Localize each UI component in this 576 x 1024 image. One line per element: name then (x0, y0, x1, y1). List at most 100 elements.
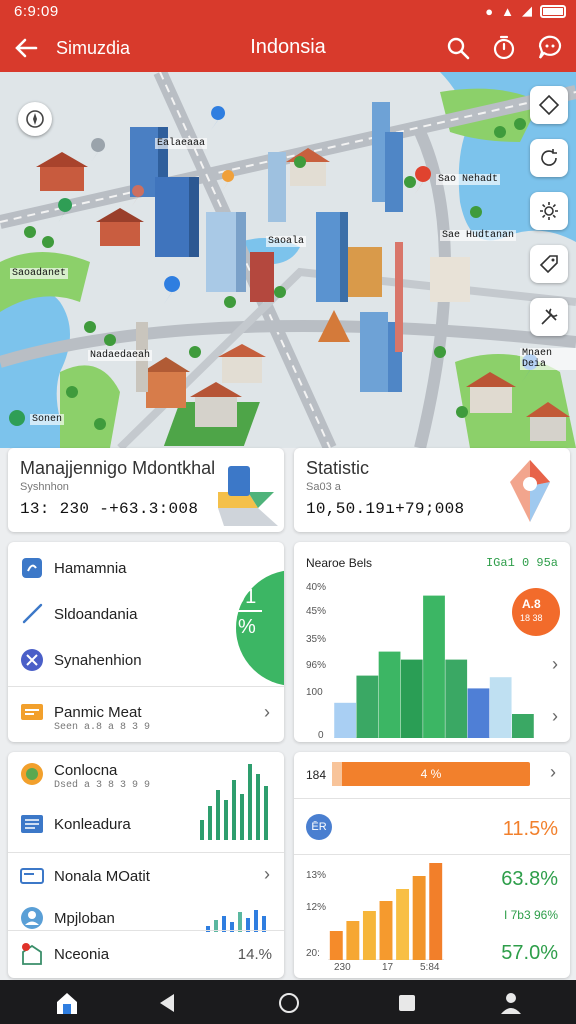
mini-bars-blue (206, 910, 266, 932)
chevron-right-icon[interactable]: › (264, 702, 270, 723)
map-tool-button[interactable] (530, 192, 568, 230)
status-icons: ● ▲ ◢ (485, 3, 566, 19)
status-bar: 6:9:09 ● ▲ ◢ (0, 0, 576, 24)
percent-circle-divider (234, 610, 262, 612)
chart-bar (429, 863, 443, 960)
status-time: 6:9:09 (14, 3, 59, 20)
list-item-label: Mpjloban (54, 910, 115, 927)
chart-value: IGa1 0 95a (485, 556, 558, 570)
city-map[interactable]: Ealaeaaa Sao Nehadt Saoala Sae Hudtanan … (0, 72, 576, 448)
alert-icon: ● (485, 3, 494, 19)
menu-item-label: Synahenhion (54, 652, 142, 669)
recents-square-icon[interactable] (394, 990, 420, 1016)
chart-bar (423, 595, 445, 738)
menu-card: Hamamnia Sldoandania Synahenhion 91 % Pa… (8, 542, 284, 742)
chart-bar (396, 889, 410, 960)
progress-left-value: 184 (306, 768, 327, 782)
y-tick-label: 100 (306, 687, 323, 698)
chevron-right-icon[interactable]: › (264, 864, 270, 885)
y-tick-label: 12% (306, 902, 327, 913)
chevron-right-icon[interactable]: › (552, 706, 558, 727)
divider (8, 686, 284, 687)
map-label: Nadaedaeah (88, 350, 153, 361)
y-tick-label: 45% (306, 606, 327, 617)
statistic-value: 10,50.19ı+79;008 (306, 500, 465, 518)
chat-icon[interactable] (536, 34, 564, 62)
ep-icon: ĒR (306, 814, 332, 840)
x-tick-label: 17 (382, 962, 394, 973)
satellite-icon (21, 649, 43, 671)
wifi-icon: ▲ (501, 3, 514, 19)
signal-icon: ◢ (522, 3, 532, 18)
chart-title: Nearoe Bels (306, 556, 373, 570)
menu-footer-sub: Seen a.8 a 8 3 9 (54, 722, 151, 733)
gear-icon (540, 202, 558, 220)
map-label: Sonen (30, 414, 65, 425)
list-item[interactable]: Nceonia 14.% (8, 932, 284, 978)
x-tick-label: 5:84 (420, 962, 440, 973)
pen-icon (22, 603, 43, 624)
chart-bar (489, 677, 512, 738)
bar-chart-card: Nearoe Bels IGa1 0 95a A.8 18 38 40% 45%… (294, 542, 570, 742)
menu-footer-item[interactable]: Panmic Meat Seen a.8 a 8 3 9 › (8, 690, 284, 736)
map-label: Sae Hudtanan (440, 230, 517, 241)
list-icon (21, 815, 43, 833)
menu-item-label: Sldoandania (54, 606, 138, 623)
management-value: 13: 230 -+63.3:008 (20, 500, 199, 518)
progress-bar[interactable]: 4 % (332, 762, 530, 786)
list-item-value: 14.% (237, 946, 272, 963)
mini-bars-icon (200, 764, 268, 840)
list-item[interactable]: Nonala MOatit › (8, 854, 284, 900)
x-tick-label: 230 (334, 962, 351, 973)
list-item-sub: Dsed a 3 8 3 9 9 (54, 780, 151, 791)
medal-icon (21, 763, 43, 785)
statistic-card[interactable]: Statistic Sa03 a 10,50.19ı+79;008 (294, 448, 570, 532)
search-icon[interactable] (444, 34, 472, 62)
management-card[interactable]: Manajjennigo Mdontkhal Syshnhon 13: 230 … (8, 448, 284, 532)
chevron-right-icon[interactable]: › (550, 762, 556, 783)
profile-icon[interactable] (498, 990, 524, 1016)
divider (294, 798, 570, 799)
refresh-icon (541, 149, 557, 166)
chart-layers-icon (218, 466, 278, 526)
map-label: Saoadanet (10, 268, 69, 279)
chart-bar (379, 901, 393, 960)
chart-bar (445, 659, 468, 738)
chart-bar (329, 931, 343, 960)
building-icon (22, 943, 42, 965)
map-label: Saoala (266, 236, 307, 247)
app-bar: Simuzdia Indonsia (0, 24, 576, 72)
map-tool-button[interactable] (530, 245, 568, 283)
map-label: Mnaen Deia (520, 348, 576, 370)
home-circle-icon[interactable] (276, 990, 302, 1016)
chevron-right-icon[interactable]: › (552, 654, 558, 675)
map-tool-button[interactable] (530, 86, 568, 124)
stat-value: I 7b3 96% (503, 908, 558, 922)
progress-card: 184 4 % › ĒR 11.5% 13% 12% 20: 230 17 5… (294, 752, 570, 978)
map-tool-button[interactable] (530, 139, 568, 177)
chart-bar (400, 659, 423, 738)
y-tick-label: 35% (306, 634, 327, 645)
y-tick-label: 13% (306, 870, 327, 881)
timer-icon[interactable] (490, 34, 518, 62)
list-item-label: Conlocna (54, 762, 118, 779)
divider (8, 852, 284, 853)
orange-bar-chart (328, 863, 444, 960)
bottom-nav-bar (0, 980, 576, 1024)
ep-icon-text: ĒR (311, 821, 327, 833)
y-tick-label: 20: (306, 948, 320, 959)
user-icon (21, 907, 43, 929)
progress-row-value: 11.5% (502, 818, 558, 840)
chart-bar (467, 688, 490, 738)
compass-icon[interactable] (18, 102, 52, 136)
map-tool-button[interactable] (530, 298, 568, 336)
ticket-icon (21, 704, 43, 720)
back-triangle-icon[interactable] (154, 990, 180, 1016)
map-label: Sao Nehadt (436, 174, 501, 185)
map-pin-icon (510, 460, 550, 522)
y-tick-label: 40% (306, 582, 327, 593)
divider (8, 930, 284, 931)
map-canvas[interactable] (0, 72, 576, 448)
map-label: Ealaeaaa (155, 138, 208, 149)
home-icon[interactable] (54, 990, 80, 1016)
